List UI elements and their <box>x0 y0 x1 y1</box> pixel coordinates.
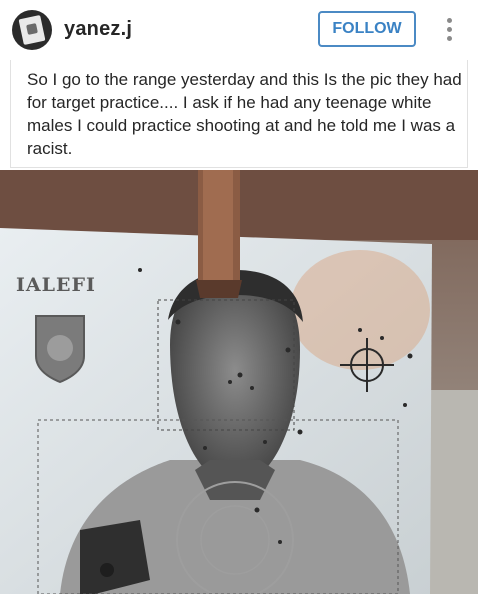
post-header: yanez.j FOLLOW <box>0 0 478 60</box>
follow-button[interactable]: FOLLOW <box>318 11 416 47</box>
target-photo <box>0 170 478 594</box>
username[interactable]: yanez.j <box>64 18 132 41</box>
more-vertical-icon[interactable] <box>440 12 460 46</box>
avatar[interactable] <box>12 10 52 50</box>
caption-container: So I go to the range yesterday and this … <box>10 60 468 168</box>
avatar-image-detail <box>26 23 38 35</box>
post-caption: So I go to the range yesterday and this … <box>27 70 462 158</box>
post-photo[interactable]: IALEFI <box>0 170 478 594</box>
target-brand-label: IALEFI <box>16 274 96 296</box>
